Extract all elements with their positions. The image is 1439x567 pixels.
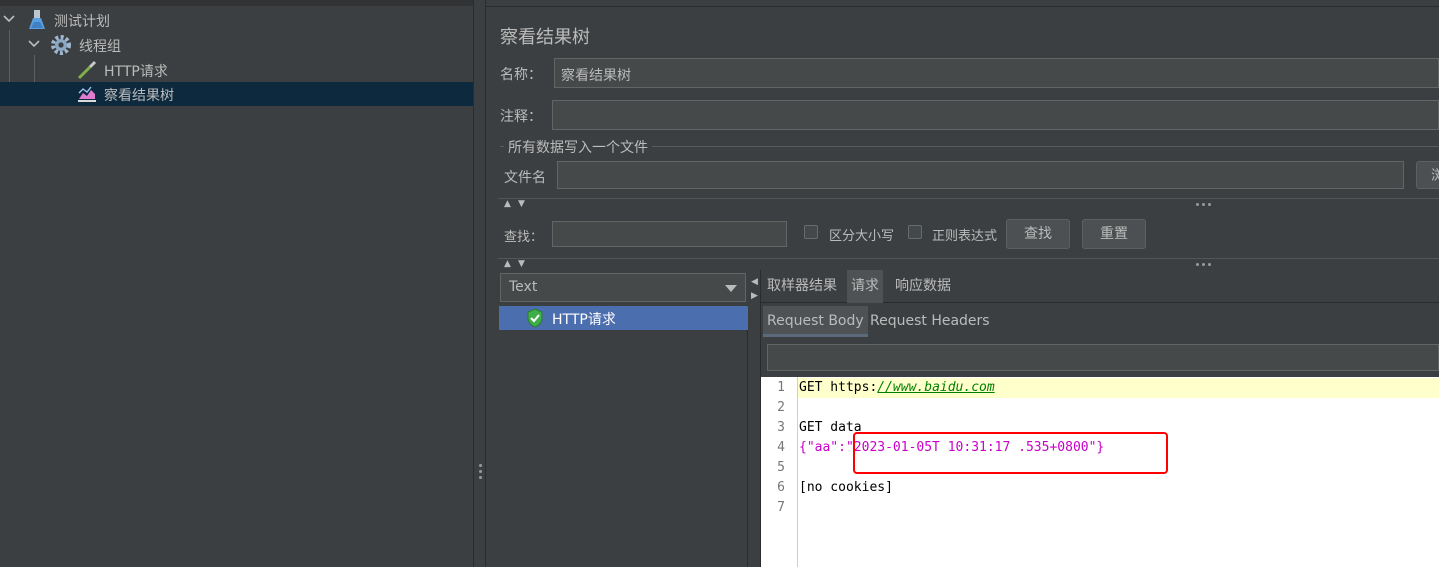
tree-top-border: [0, 0, 473, 6]
case-sensitive-checkbox[interactable]: [804, 225, 818, 239]
splitter-grip-dot: [1202, 263, 1205, 266]
file-name-field[interactable]: [557, 161, 1404, 189]
line-number: 6: [777, 480, 785, 495]
url-scheme: GET https:: [799, 380, 878, 395]
collapse-down-icon[interactable]: ▼: [518, 199, 525, 209]
name-label: 名称：: [500, 67, 542, 83]
file-section-title: 所有数据写入一个文件: [504, 137, 652, 157]
collapse-left-icon[interactable]: ◀: [751, 277, 758, 287]
splitter-grip-dot: [1202, 203, 1205, 206]
splitter-grip-dot: [1196, 203, 1199, 206]
body-search-field[interactable]: [767, 344, 1439, 371]
collapse-up-icon[interactable]: ▲: [504, 259, 511, 269]
splitter-grip-dot: [1208, 263, 1211, 266]
line-number: 5: [777, 460, 785, 475]
collapse-down-icon[interactable]: ▼: [518, 259, 525, 269]
line-number: 7: [777, 500, 785, 515]
tree-item-label: 测试计划: [54, 14, 110, 30]
code-line-3: GET data: [799, 420, 862, 435]
sample-result-list: [498, 305, 748, 567]
subtab-request-body[interactable]: Request Body: [763, 306, 868, 337]
tab-response-data[interactable]: 响应数据: [891, 270, 955, 303]
highlight-annotation-box: [853, 432, 1168, 474]
splitter-grip-dot: [1208, 203, 1211, 206]
collapse-up-icon[interactable]: ▲: [504, 199, 511, 209]
line-number: 2: [777, 400, 785, 415]
file-label: 文件名: [504, 170, 546, 186]
gear-icon: [51, 35, 71, 55]
browse-button[interactable]: 浏: [1416, 161, 1439, 189]
divider: [498, 258, 1439, 259]
tree-item-thread-group[interactable]: 线程组: [0, 33, 473, 57]
tab-request[interactable]: 请求: [847, 270, 883, 303]
chevron-down-icon[interactable]: [3, 14, 15, 24]
tree-item-label: 线程组: [79, 39, 121, 55]
splitter-grip-dot: [479, 464, 482, 467]
chart-icon: [78, 86, 96, 102]
line-number: 3: [777, 420, 785, 435]
line-number: 4: [777, 440, 785, 455]
splitter-grip-dot: [479, 470, 482, 473]
sample-result-item[interactable]: HTTP请求: [499, 306, 748, 330]
comment-field[interactable]: [552, 100, 1439, 130]
line-number-gutter: 1 2 3 4 5 6 7: [761, 377, 798, 567]
tree-item-label: 察看结果树: [104, 88, 174, 104]
splitter-grip-dot: [1196, 263, 1199, 266]
line-number: 1: [777, 380, 785, 395]
flask-icon: [29, 10, 45, 29]
reset-button[interactable]: 重置: [1082, 219, 1146, 249]
splitter-grip-dot: [479, 476, 482, 479]
renderer-selected-value: Text: [509, 279, 538, 295]
name-field[interactable]: 察看结果树: [554, 58, 1439, 88]
tree-item-view-results-tree[interactable]: 察看结果树: [0, 82, 473, 106]
regex-label: 正则表达式: [932, 229, 998, 244]
test-plan-tree: 测试计划 线程组 HTTP请求 察看结果树: [0, 0, 473, 567]
code-line-1: GET https://www.baidu.com: [799, 380, 995, 395]
divider: [498, 198, 1439, 199]
shield-check-icon: [527, 308, 543, 328]
subtab-request-headers[interactable]: Request Headers: [866, 306, 994, 337]
url-link[interactable]: //www.baidu.com: [877, 380, 994, 395]
search-input[interactable]: [552, 221, 787, 247]
panel-title: 察看结果树: [500, 27, 590, 48]
renderer-select[interactable]: Text: [500, 273, 746, 302]
vertical-splitter[interactable]: [473, 0, 486, 567]
search-label: 查找：: [504, 230, 544, 245]
sample-result-label: HTTP请求: [552, 312, 616, 328]
pipette-icon: [77, 60, 97, 80]
case-sensitive-label: 区分大小写: [829, 229, 895, 244]
chevron-down-icon: [725, 285, 737, 292]
tab-sampler-result[interactable]: 取样器结果: [763, 270, 841, 303]
find-button[interactable]: 查找: [1006, 219, 1070, 249]
tree-item-http-request[interactable]: HTTP请求: [0, 58, 473, 82]
panel-top-border: [486, 6, 1439, 7]
code-line-6: [no cookies]: [799, 480, 893, 495]
comment-label: 注释：: [500, 109, 542, 125]
json-key: {"aa":: [799, 440, 846, 455]
collapse-right-icon[interactable]: ▶: [751, 291, 758, 301]
chevron-down-icon[interactable]: [28, 39, 40, 49]
regex-checkbox[interactable]: [908, 225, 922, 239]
tree-item-test-plan[interactable]: 测试计划: [0, 8, 473, 32]
tree-item-label: HTTP请求: [104, 64, 168, 80]
